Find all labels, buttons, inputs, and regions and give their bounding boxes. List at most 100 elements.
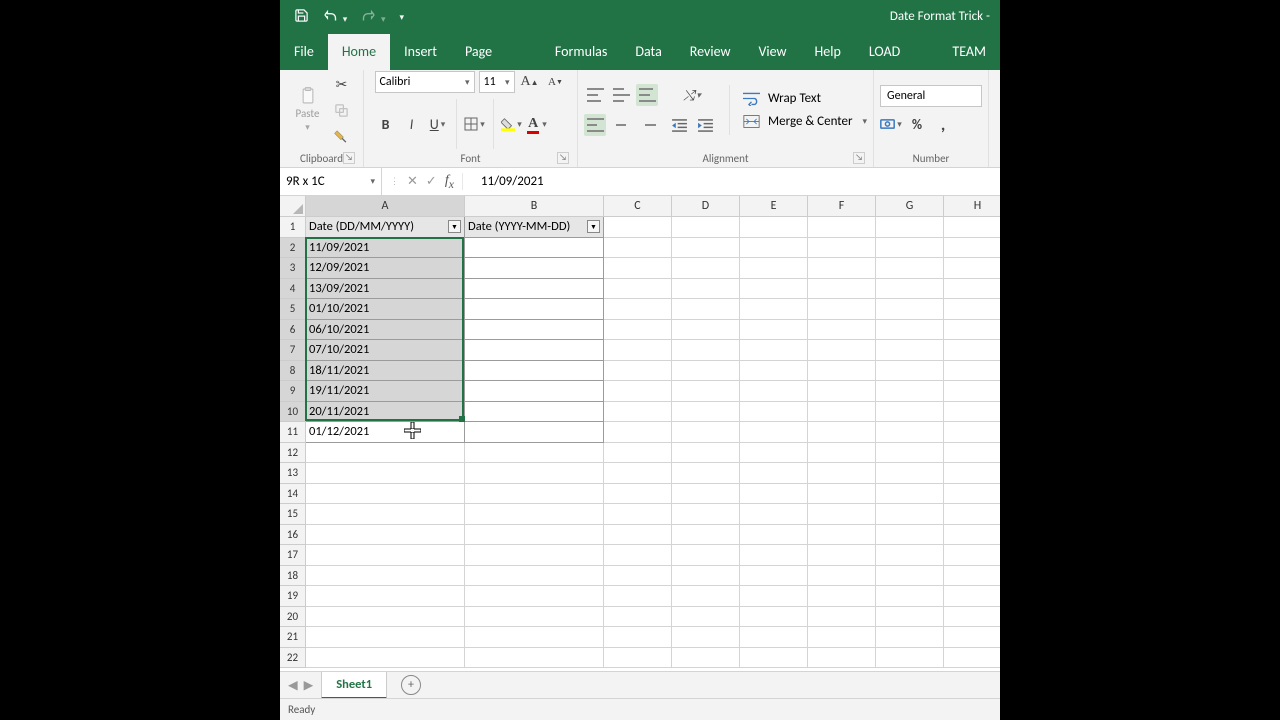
bold-button[interactable]: B: [375, 113, 397, 135]
borders-icon[interactable]: ▾: [464, 113, 486, 135]
col-header[interactable]: A: [306, 196, 465, 217]
increase-indent-icon[interactable]: [694, 114, 716, 136]
cell[interactable]: 19/11/2021: [306, 381, 465, 402]
cell[interactable]: [604, 607, 672, 628]
cell[interactable]: [604, 443, 672, 464]
row-header[interactable]: 22: [280, 648, 306, 669]
cell[interactable]: [604, 648, 672, 669]
accounting-format-icon[interactable]: ▾: [880, 113, 902, 135]
row-header[interactable]: 2: [280, 238, 306, 259]
cell[interactable]: [944, 238, 1000, 259]
cell[interactable]: [465, 238, 604, 259]
cell[interactable]: [604, 402, 672, 423]
font-color-icon[interactable]: A▾: [527, 113, 549, 135]
cell[interactable]: [604, 320, 672, 341]
row-header[interactable]: 20: [280, 607, 306, 628]
wrap-text-button[interactable]: Wrap Text: [743, 91, 821, 106]
cell[interactable]: [604, 361, 672, 382]
cell[interactable]: [808, 545, 876, 566]
cell[interactable]: 06/10/2021: [306, 320, 465, 341]
cell[interactable]: [604, 217, 672, 238]
cell[interactable]: [876, 320, 944, 341]
font-name-dropdown[interactable]: Calibri▾: [375, 71, 475, 93]
row-header[interactable]: 17: [280, 545, 306, 566]
cell[interactable]: [808, 217, 876, 238]
sheet-tab-sheet1[interactable]: Sheet1: [321, 672, 387, 699]
cell[interactable]: [740, 484, 808, 505]
save-icon[interactable]: [294, 8, 309, 27]
cell[interactable]: [604, 545, 672, 566]
decrease-indent-icon[interactable]: [668, 114, 690, 136]
cell[interactable]: [740, 463, 808, 484]
tab-team[interactable]: TEAM: [938, 34, 1000, 70]
cell[interactable]: [740, 217, 808, 238]
cell[interactable]: 01/10/2021: [306, 299, 465, 320]
cell[interactable]: [306, 504, 465, 525]
cell[interactable]: [944, 627, 1000, 648]
cell[interactable]: [876, 361, 944, 382]
cell[interactable]: [465, 258, 604, 279]
col-header[interactable]: B: [465, 196, 604, 217]
cell[interactable]: [672, 607, 740, 628]
cell[interactable]: [876, 463, 944, 484]
cell[interactable]: Date (YYYY-MM-DD)▼: [465, 217, 604, 238]
cell[interactable]: [465, 279, 604, 300]
fx-icon[interactable]: fx: [445, 173, 463, 191]
cell[interactable]: [808, 340, 876, 361]
cell[interactable]: [465, 627, 604, 648]
cell[interactable]: [604, 484, 672, 505]
cell[interactable]: [740, 504, 808, 525]
cell[interactable]: [808, 443, 876, 464]
increase-font-icon[interactable]: A▲: [519, 71, 541, 93]
cell[interactable]: [465, 299, 604, 320]
cell[interactable]: [465, 545, 604, 566]
cell[interactable]: [465, 381, 604, 402]
cell[interactable]: [808, 648, 876, 669]
cell[interactable]: [876, 217, 944, 238]
tab-home[interactable]: Home: [328, 34, 390, 70]
percent-format-icon[interactable]: %: [906, 113, 928, 135]
cell[interactable]: [808, 258, 876, 279]
cell[interactable]: [740, 525, 808, 546]
cell[interactable]: [944, 340, 1000, 361]
cell[interactable]: [465, 586, 604, 607]
cell[interactable]: [672, 463, 740, 484]
cell[interactable]: [465, 443, 604, 464]
cell[interactable]: 07/10/2021: [306, 340, 465, 361]
row-header[interactable]: 7: [280, 340, 306, 361]
cell[interactable]: [672, 299, 740, 320]
cell[interactable]: [604, 258, 672, 279]
font-size-dropdown[interactable]: 11▾: [479, 71, 515, 93]
row-header[interactable]: 9: [280, 381, 306, 402]
cell[interactable]: [604, 299, 672, 320]
cell[interactable]: [944, 525, 1000, 546]
cell[interactable]: 13/09/2021: [306, 279, 465, 300]
filter-icon[interactable]: ▼: [448, 220, 461, 233]
cut-icon[interactable]: ✂: [331, 73, 353, 95]
cell[interactable]: [944, 299, 1000, 320]
cell[interactable]: [944, 443, 1000, 464]
cell[interactable]: [944, 402, 1000, 423]
enter-formula-icon[interactable]: ✓: [426, 174, 437, 189]
cell[interactable]: [876, 279, 944, 300]
cell[interactable]: [604, 422, 672, 443]
undo-icon[interactable]: ▾: [323, 9, 347, 26]
cell[interactable]: [604, 504, 672, 525]
cell[interactable]: [306, 648, 465, 669]
cell[interactable]: [604, 566, 672, 587]
row-header[interactable]: 6: [280, 320, 306, 341]
row-header[interactable]: 14: [280, 484, 306, 505]
cell[interactable]: [808, 504, 876, 525]
col-header[interactable]: E: [740, 196, 808, 217]
cell[interactable]: 11/09/2021: [306, 238, 465, 259]
cell[interactable]: [876, 545, 944, 566]
cell[interactable]: [944, 504, 1000, 525]
cell[interactable]: [876, 443, 944, 464]
cell[interactable]: [740, 238, 808, 259]
tab-data[interactable]: Data: [621, 34, 675, 70]
cell[interactable]: [672, 586, 740, 607]
cell[interactable]: [808, 607, 876, 628]
cell[interactable]: [876, 504, 944, 525]
cell[interactable]: 18/11/2021: [306, 361, 465, 382]
cell[interactable]: [672, 258, 740, 279]
